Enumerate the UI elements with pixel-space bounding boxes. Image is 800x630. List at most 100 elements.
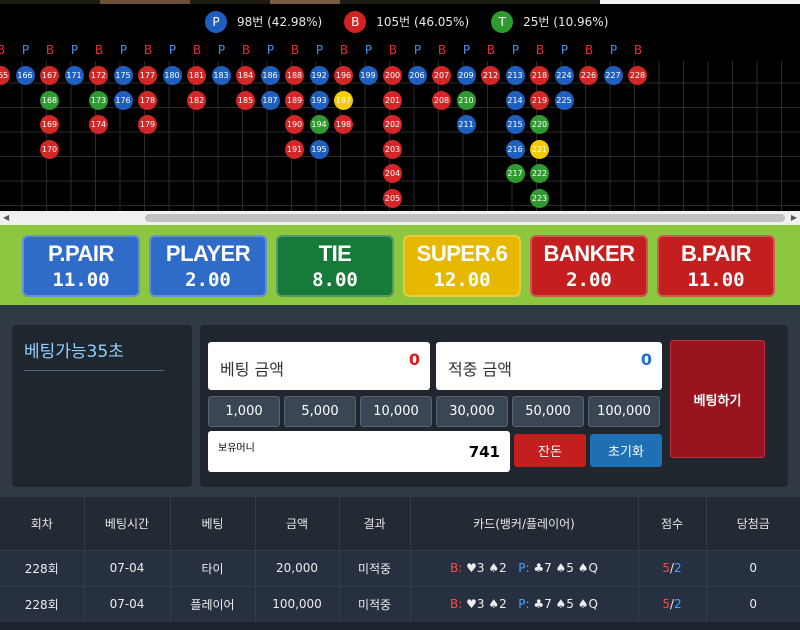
- road-bead: 207: [432, 66, 451, 85]
- chip-100000-button[interactable]: 100,000: [588, 396, 660, 427]
- bet-option-super6[interactable]: SUPER.6 12.00: [403, 235, 521, 297]
- road-bead: 177: [138, 66, 157, 85]
- road-bead: 186: [260, 66, 280, 85]
- banker-badge: B: [344, 10, 367, 33]
- road-header-letter: B: [584, 43, 594, 57]
- road-bead: 196: [334, 66, 353, 85]
- road-bead: 206: [407, 66, 427, 85]
- road-header-letter: B: [535, 43, 545, 57]
- road-bead: 216: [505, 139, 525, 159]
- road-header-letter: B: [192, 43, 202, 57]
- road-header-letter: P: [462, 43, 471, 57]
- bet-option-banker[interactable]: BANKER 2.00: [530, 235, 648, 297]
- bet-cell: 플레이어: [170, 585, 256, 622]
- bet-option-label: TIE: [318, 241, 352, 266]
- road-header-letter: P: [560, 43, 569, 57]
- odds-bar: P.PAIR 11.00 PLAYER 2.00 TIE 8.00 SUPER.…: [0, 225, 800, 305]
- col-prize: 당첨금: [706, 497, 800, 550]
- win-amount-value: 0: [640, 350, 652, 369]
- road-bead: 227: [603, 66, 623, 85]
- win-amount-label: 적중 금액: [448, 360, 512, 379]
- road-scrollbar[interactable]: ◀ ▶: [0, 211, 800, 225]
- scroll-right-icon[interactable]: ▶: [791, 213, 797, 222]
- bet-option-label: SUPER.6: [416, 241, 508, 266]
- road-bead: 214: [505, 90, 525, 110]
- road-bead: 169: [40, 115, 59, 134]
- balance-label: 보유머니: [218, 443, 255, 454]
- col-result: 결과: [339, 497, 411, 550]
- road-bead: 166: [15, 66, 35, 85]
- chip-30000-button[interactable]: 30,000: [436, 396, 508, 427]
- bet-option-bpair[interactable]: B.PAIR 11.00: [657, 235, 775, 297]
- road-bead: 221: [530, 139, 549, 159]
- road-bead: 173: [89, 90, 108, 110]
- bet-option-label: BANKER: [543, 241, 635, 266]
- result-stats-bar: P 98번 (42.98%) B 105번 (46.05%) T 25번 (10…: [0, 4, 800, 39]
- cards-cell: B: ♥3 ♠2 P: ♣7 ♠5 ♠Q: [410, 585, 639, 622]
- chip-10000-button[interactable]: 10,000: [360, 396, 432, 427]
- road-header-letter: P: [315, 43, 324, 57]
- road-bead: 225: [554, 90, 574, 110]
- scroll-left-icon[interactable]: ◀: [3, 213, 9, 222]
- chip-5000-button[interactable]: 5,000: [284, 396, 356, 427]
- reset-button[interactable]: 초기화: [590, 434, 662, 467]
- bet-history: 회차 베팅시간 베팅 금액 결과 카드(뱅커/플레이어) 점수 당첨금 228회…: [0, 497, 800, 630]
- tie-stat-text: 25번 (10.96%): [523, 15, 609, 29]
- bet-option-label: PLAYER: [165, 241, 251, 266]
- road-header-letter: P: [217, 43, 226, 57]
- banker-stat: B 105번 (46.05%): [344, 10, 469, 33]
- road-bead: 172: [89, 66, 108, 85]
- balance-field: 보유머니 741: [208, 431, 510, 472]
- road-bead: 181: [187, 66, 206, 85]
- road-bead: 212: [481, 66, 500, 85]
- road-bead: 167: [40, 66, 59, 85]
- road-bead: 195: [309, 139, 329, 159]
- prize-cell: 0: [706, 549, 800, 586]
- road-header-letter: B: [633, 43, 643, 57]
- bet-option-label: P.PAIR: [48, 241, 114, 266]
- balance-value: 741: [468, 443, 500, 461]
- road-header-letter: B: [388, 43, 398, 57]
- road-header-letter: B: [437, 43, 447, 57]
- round-cell: 228회: [0, 549, 85, 586]
- road-header-letter: B: [0, 43, 6, 57]
- road-bead: 170: [40, 139, 59, 159]
- road-bead: 178: [138, 90, 157, 110]
- road-header-letter: P: [70, 43, 79, 57]
- road-bead: 224: [554, 66, 574, 85]
- road-bead: 200: [383, 66, 402, 85]
- player-score: 2: [674, 561, 682, 575]
- bet-option-odds: 11.00: [687, 269, 745, 291]
- player-stat: P 98번 (42.98%): [205, 10, 322, 33]
- bet-amount-label: 베팅 금액: [220, 360, 284, 379]
- road-bead: 189: [285, 90, 304, 110]
- road-bead: 209: [456, 66, 476, 85]
- road-header-letter: B: [486, 43, 496, 57]
- road-header-letter: B: [45, 43, 55, 57]
- player-prefix: P:: [518, 597, 530, 612]
- banker-cards: ♥3 ♠2: [466, 561, 507, 575]
- road-header-letter: P: [413, 43, 422, 57]
- road-header-letter: P: [266, 43, 275, 57]
- road-header-letter: B: [290, 43, 300, 57]
- bet-option-ppair[interactable]: P.PAIR 11.00: [22, 235, 140, 297]
- road-bead: 223: [530, 188, 549, 208]
- chip-1000-button[interactable]: 1,000: [208, 396, 280, 427]
- place-bet-button[interactable]: 베팅하기: [670, 340, 765, 458]
- bet-option-player[interactable]: PLAYER 2.00: [149, 235, 267, 297]
- road-bead: 176: [113, 90, 133, 110]
- scroll-thumb[interactable]: [145, 214, 785, 222]
- remain-button[interactable]: 잔돈: [514, 434, 586, 467]
- table-row: 228회 07-04 플레이어 100,000 미적중 B: ♥3 ♠2 P: …: [0, 585, 800, 622]
- table-row: 228회 07-04 타이 20,000 미적중 B: ♥3 ♠2 P: ♣7 …: [0, 549, 800, 586]
- chip-50000-button[interactable]: 50,000: [512, 396, 584, 427]
- bet-option-tie[interactable]: TIE 8.00: [276, 235, 394, 297]
- road-bead: 218: [530, 66, 549, 85]
- road-bead: 228: [628, 66, 647, 85]
- banker-score: 5: [662, 597, 670, 612]
- prize-cell: 0: [706, 585, 800, 622]
- bet-panel: 베팅가능35초 베팅 금액 0 적중 금액 0 1,000 5,000 10,0…: [0, 305, 800, 497]
- history-table: 회차 베팅시간 베팅 금액 결과 카드(뱅커/플레이어) 점수 당첨금 228회…: [0, 497, 800, 622]
- col-amount: 금액: [255, 497, 340, 550]
- road-bead: 183: [211, 66, 231, 85]
